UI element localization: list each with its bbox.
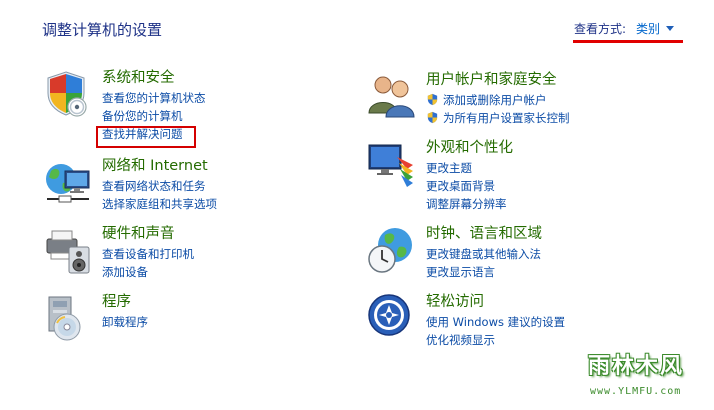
link-homegroup-sharing[interactable]: 选择家庭组和共享选项: [102, 195, 217, 213]
category-title-user-accounts[interactable]: 用户帐户和家庭安全: [426, 71, 570, 89]
category-title-clock-language-region[interactable]: 时钟、语言和区域: [426, 225, 542, 243]
view-by-control[interactable]: 查看方式: 类别: [574, 20, 675, 37]
network-internet-icon: [46, 164, 90, 203]
watermark-url: www.YLMFU.com: [590, 386, 682, 397]
view-by-label: 查看方式:: [574, 22, 627, 36]
link-backup-computer[interactable]: 备份您的计算机: [102, 107, 206, 125]
appearance-icon: [368, 144, 413, 187]
watermark-logo: 雨林木风 www.YLMFU.com: [580, 346, 710, 406]
category-title-ease-of-access[interactable]: 轻松访问: [426, 293, 565, 311]
link-change-desktop-background[interactable]: 更改桌面背景: [426, 177, 513, 195]
view-by-dropdown[interactable]: 类别: [636, 22, 660, 36]
link-parental-controls[interactable]: 为所有用户设置家长控制: [426, 109, 570, 127]
link-devices-printers[interactable]: 查看设备和打印机: [102, 245, 194, 263]
category-title-system-security[interactable]: 系统和安全: [102, 69, 206, 87]
link-uninstall-program[interactable]: 卸载程序: [102, 313, 148, 331]
annotation-underline: [573, 40, 683, 43]
link-adjust-resolution[interactable]: 调整屏幕分辨率: [426, 195, 513, 213]
programs-icon: [48, 296, 81, 341]
link-view-computer-status[interactable]: 查看您的计算机状态: [102, 89, 206, 107]
link-windows-recommended-settings[interactable]: 使用 Windows 建议的设置: [426, 313, 565, 331]
ease-of-access-icon: [368, 294, 410, 336]
chevron-down-icon[interactable]: [666, 26, 675, 31]
link-add-remove-accounts[interactable]: 添加或删除用户帐户: [426, 91, 570, 109]
link-change-display-language[interactable]: 更改显示语言: [426, 263, 542, 281]
annotation-highlight-box: [96, 126, 196, 148]
link-optimize-video-display[interactable]: 优化视频显示: [426, 331, 565, 349]
category-title-network-internet[interactable]: 网络和 Internet: [102, 157, 217, 175]
category-title-hardware-sound[interactable]: 硬件和声音: [102, 225, 194, 243]
system-security-icon: [47, 71, 87, 117]
link-view-network-status[interactable]: 查看网络状态和任务: [102, 177, 217, 195]
uac-shield-icon: [427, 111, 438, 124]
category-title-programs[interactable]: 程序: [102, 293, 148, 311]
link-parental-controls-label: 为所有用户设置家长控制: [443, 111, 570, 125]
link-add-remove-accounts-label: 添加或删除用户帐户: [443, 93, 547, 107]
uac-shield-icon: [427, 93, 438, 106]
watermark-name: 雨林木风: [588, 354, 685, 379]
link-change-theme[interactable]: 更改主题: [426, 159, 513, 177]
category-title-appearance[interactable]: 外观和个性化: [426, 139, 513, 157]
hardware-sound-icon: [46, 230, 90, 274]
page-title: 调整计算机的设置: [42, 21, 163, 39]
link-add-device[interactable]: 添加设备: [102, 263, 194, 281]
link-change-keyboard-input[interactable]: 更改键盘或其他输入法: [426, 245, 542, 263]
clock-language-region-icon: [368, 228, 412, 273]
user-accounts-icon: [368, 76, 415, 118]
